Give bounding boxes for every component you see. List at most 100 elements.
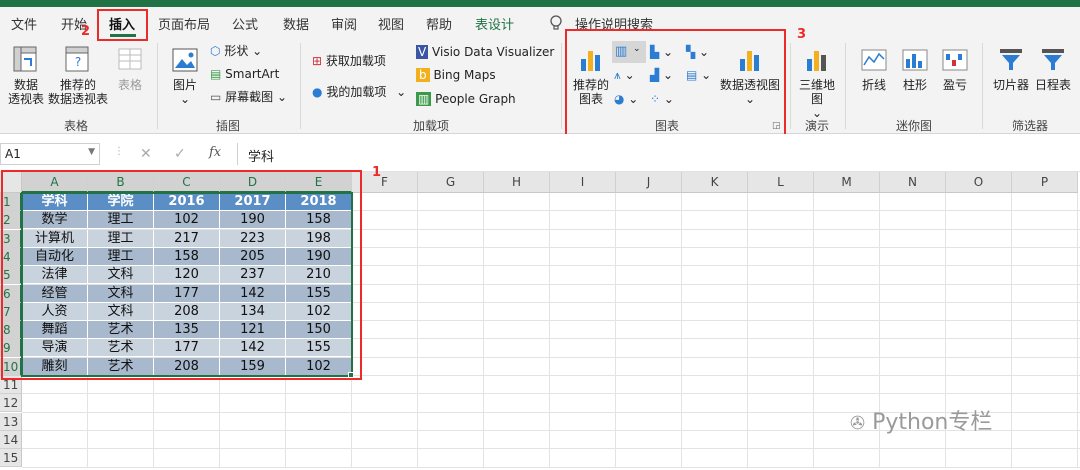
sparkline-line-button[interactable]: 折线 <box>856 78 892 92</box>
formula-input[interactable]: 学科 <box>237 143 1080 165</box>
people-graph-button[interactable]: ▥ People Graph <box>416 92 516 106</box>
cancel-icon[interactable]: ✕ <box>140 146 152 162</box>
row-header-14[interactable]: 14 <box>0 430 22 449</box>
addins-icon: ● <box>312 85 323 99</box>
gridline <box>681 193 682 468</box>
timeline-button[interactable]: 日程表 <box>1032 78 1074 92</box>
bing-icon: b <box>416 68 430 82</box>
column-header-n[interactable]: N <box>880 172 946 193</box>
column-header-m[interactable]: M <box>814 172 880 193</box>
pivot-table-icon <box>13 46 37 72</box>
tab-page-layout[interactable]: 页面布局 <box>158 14 210 33</box>
column-header-i[interactable]: I <box>550 172 616 193</box>
gridline <box>1011 193 1012 468</box>
name-box[interactable]: A1 ▼ <box>0 143 100 165</box>
gridline <box>22 466 1080 468</box>
sparkline-line-icon <box>861 49 887 71</box>
column-header-o[interactable]: O <box>946 172 1012 193</box>
globe-map-icon <box>807 51 826 71</box>
annotation-number-1: 1 <box>372 165 382 180</box>
column-header-g[interactable]: G <box>418 172 484 193</box>
screenshot-icon: ▭ <box>210 90 222 104</box>
group-divider <box>845 43 846 129</box>
map-3d-button[interactable]: 三维地图 ⌄ <box>796 78 838 120</box>
gridline <box>1077 193 1078 468</box>
watermark: ✇ Python专栏 <box>850 410 993 435</box>
column-header-j[interactable]: J <box>616 172 682 193</box>
column-header-k[interactable]: K <box>682 172 748 193</box>
slicer-button[interactable]: 切片器 <box>990 78 1032 92</box>
tab-help[interactable]: 帮助 <box>426 14 452 33</box>
group-label-addins: 加载项 <box>413 119 450 133</box>
ribbon-tabs: 文件 开始 插入 页面布局 公式 数据 审阅 视图 帮助 表设计 操作说明搜索 <box>0 7 1080 37</box>
bing-maps-button[interactable]: b Bing Maps <box>416 68 496 82</box>
gridline <box>417 193 418 468</box>
row-header-15[interactable]: 15 <box>0 449 22 468</box>
get-addins-button[interactable]: ⊞ 获取加载项 <box>312 54 386 68</box>
row-header-12[interactable]: 12 <box>0 394 22 413</box>
insert-function-icon[interactable]: fx <box>209 145 221 160</box>
gridline <box>813 193 814 468</box>
formula-bar: A1 ▼ ⋮ ✕ ✓ fx 学科 <box>0 134 1080 172</box>
table-button[interactable]: 表格 <box>112 78 148 92</box>
pictures-button[interactable]: 图片 ⌄ <box>165 78 205 106</box>
my-addins-button[interactable]: ● 我的加载项 ⌄ <box>312 85 406 99</box>
sparkline-column-button[interactable]: 柱形 <box>897 78 933 92</box>
visio-button[interactable]: V Visio Data Visualizer <box>416 45 554 59</box>
tab-view[interactable]: 视图 <box>378 14 404 33</box>
tab-data[interactable]: 数据 <box>283 14 309 33</box>
table-icon <box>118 48 142 70</box>
gridline <box>747 193 748 468</box>
group-divider <box>157 43 158 129</box>
annotation-number-3: 3 <box>797 27 807 42</box>
sparkline-winloss-button[interactable]: 盈亏 <box>937 78 973 92</box>
group-label-illustrations: 插图 <box>216 119 241 133</box>
enter-icon[interactable]: ✓ <box>174 146 186 162</box>
column-header-p[interactable]: P <box>1012 172 1078 193</box>
timeline-icon <box>1042 49 1064 70</box>
people-graph-icon: ▥ <box>416 92 432 106</box>
visio-icon: V <box>416 45 429 59</box>
annotation-box-data-range <box>1 170 362 380</box>
tab-file[interactable]: 文件 <box>11 14 37 33</box>
gridline <box>549 193 550 468</box>
gridline <box>22 393 1080 395</box>
sparkline-column-icon <box>902 49 928 71</box>
annotation-box-charts-group <box>565 29 786 139</box>
lightbulb-icon <box>550 15 562 30</box>
group-divider <box>561 43 562 129</box>
gridline <box>615 193 616 468</box>
group-divider <box>982 43 983 129</box>
pivot-table-button[interactable]: 数据 透视表 <box>4 78 48 106</box>
tab-table-design[interactable]: 表设计 <box>475 14 514 33</box>
group-label-tables: 表格 <box>64 119 89 133</box>
group-label-tours: 演示 <box>805 119 830 133</box>
column-header-l[interactable]: L <box>748 172 814 193</box>
more-options-icon: ⋮ <box>114 146 124 157</box>
shapes-button[interactable]: ⬡ 形状 ⌄ <box>210 44 262 58</box>
svg-text:?: ? <box>75 55 81 69</box>
group-divider <box>790 43 791 129</box>
ribbon-insert: 数据 透视表 ? 推荐的 数据透视表 表格 表格 图片 ⌄ ⬡ 形状 ⌄ ▤ Smar… <box>0 37 1080 134</box>
annotation-box-insert-tab <box>97 9 148 41</box>
tab-review[interactable]: 审阅 <box>331 14 357 33</box>
group-label-sparklines: 迷你图 <box>896 119 933 133</box>
smartart-icon: ▤ <box>210 67 222 81</box>
wechat-icon: ✇ <box>850 413 866 434</box>
recommended-pivot-button[interactable]: 推荐的 数据透视表 <box>46 78 110 106</box>
title-bar-strip <box>0 0 1080 7</box>
shapes-icon: ⬡ <box>210 44 221 58</box>
picture-icon <box>172 48 198 72</box>
smartart-button[interactable]: ▤ SmartArt <box>210 67 279 81</box>
screenshot-button[interactable]: ▭ 屏幕截图 ⌄ <box>210 90 287 104</box>
chevron-down-icon[interactable]: ▼ <box>88 147 95 157</box>
row-header-13[interactable]: 13 <box>0 412 22 431</box>
gridline <box>483 193 484 468</box>
column-header-h[interactable]: H <box>484 172 550 193</box>
tab-formulas[interactable]: 公式 <box>232 14 258 33</box>
group-label-filters: 筛选器 <box>1012 119 1049 133</box>
slicer-icon <box>1000 49 1022 70</box>
gridline <box>22 448 1080 450</box>
sparkline-winloss-icon <box>942 49 968 71</box>
store-icon: ⊞ <box>312 54 323 68</box>
